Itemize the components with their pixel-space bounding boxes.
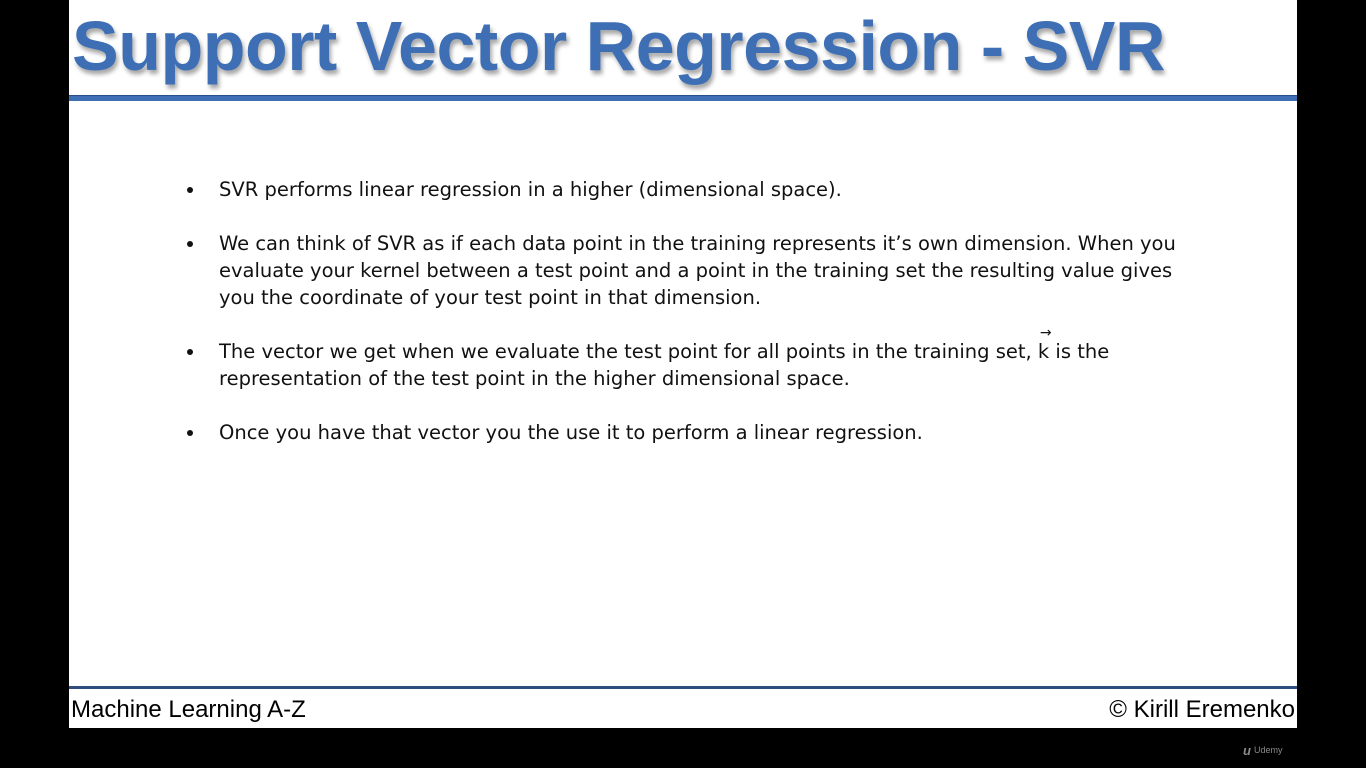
title-underline [69,95,1297,101]
bullet-text: Once you have that vector you the use it… [219,421,923,444]
bullet-item: We can think of SVR as if each data poin… [187,230,1187,311]
bullet-dot-icon [187,241,193,247]
bullet-dot-icon [187,187,193,193]
bullet-item: SVR performs linear regression in a high… [187,176,1187,203]
bullet-text: SVR performs linear regression in a high… [219,178,842,201]
footer-divider [69,686,1297,689]
watermark-text: Udemy [1253,745,1283,755]
udemy-watermark: u Udemy [1243,744,1282,757]
bullet-dot-icon [187,430,193,436]
vector-arrow-icon: → [1039,325,1052,341]
bullet-text: We can think of SVR as if each data poin… [219,232,1176,309]
udemy-logo-icon: u [1243,742,1251,758]
copyright: © Kirill Eremenko [1109,696,1295,723]
slide: Support Vector Regression - SVR SVR perf… [69,0,1297,728]
bullet-dot-icon [187,349,193,355]
bullet-text-before: The vector we get when we evaluate the t… [219,340,1038,363]
slide-title: Support Vector Regression - SVR [72,7,1166,85]
bullet-list: SVR performs linear regression in a high… [187,176,1187,473]
vector-k: → k [1037,326,1052,365]
video-frame: Support Vector Regression - SVR SVR perf… [0,0,1366,768]
bullet-item: Once you have that vector you the use it… [187,419,1187,446]
bullet-item: The vector we get when we evaluate the t… [187,326,1187,392]
vector-symbol: k [1037,340,1050,363]
course-name: Machine Learning A-Z [71,696,306,723]
